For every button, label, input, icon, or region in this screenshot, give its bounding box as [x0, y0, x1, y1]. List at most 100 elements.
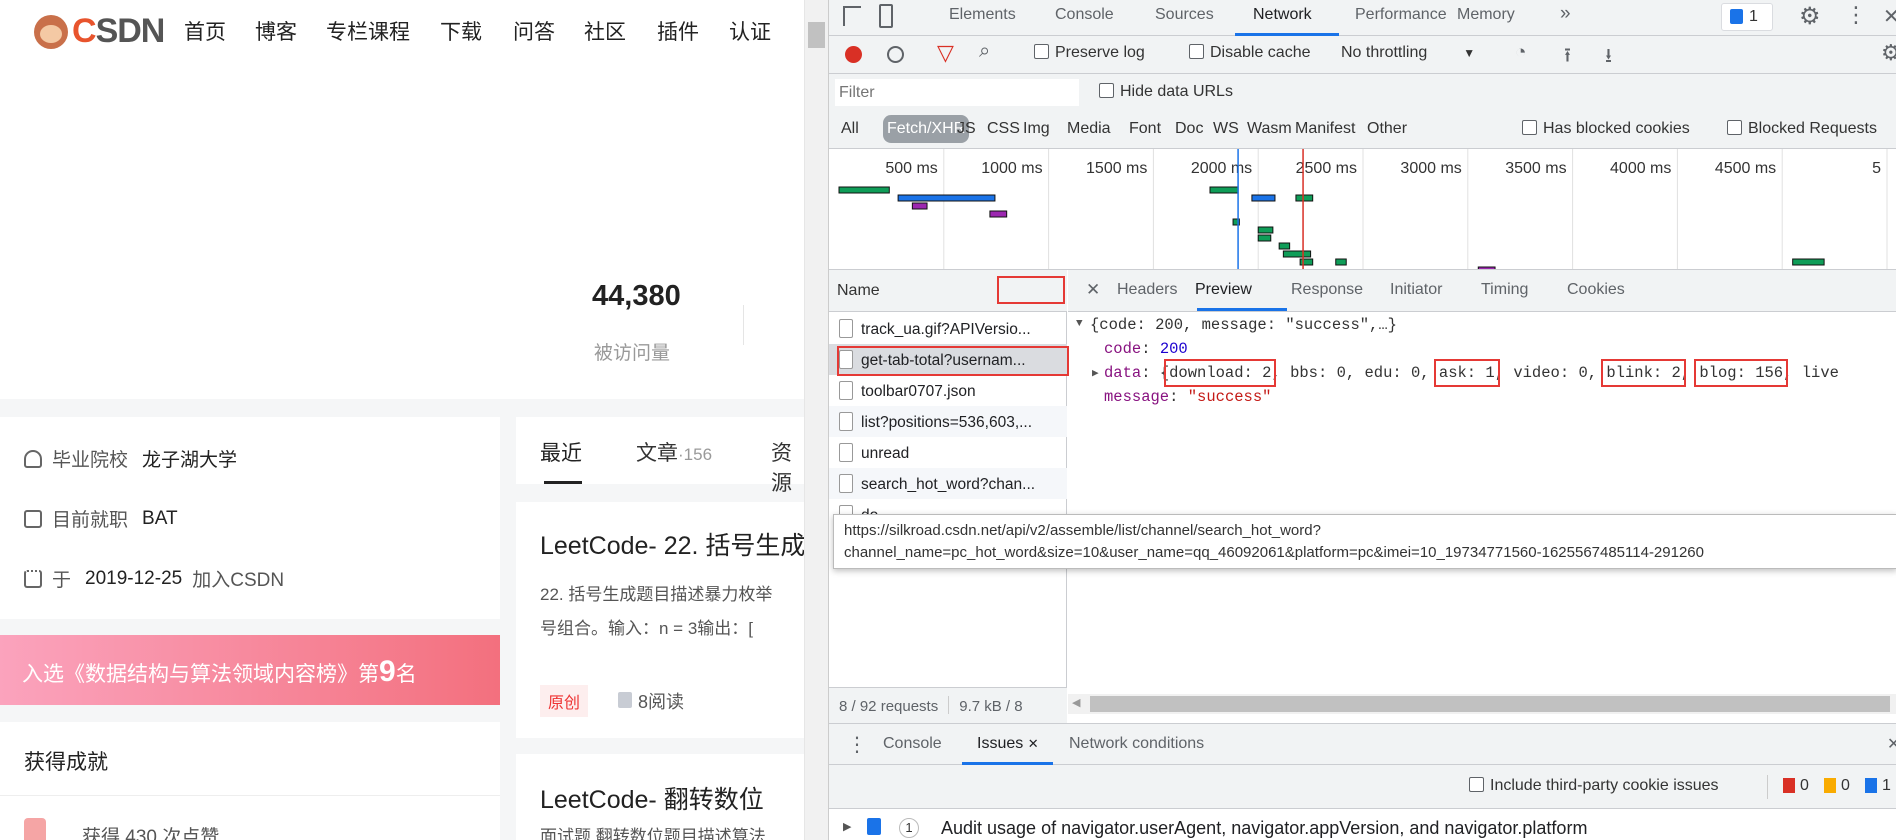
- tab-elements[interactable]: Elements: [949, 6, 1016, 24]
- filter-input[interactable]: [835, 79, 1079, 106]
- type-filter-css[interactable]: CSS: [987, 120, 1020, 138]
- drawer-tab-label: Issues: [977, 735, 1024, 752]
- drawer-tab-console[interactable]: Console: [883, 735, 942, 753]
- third-party-cookie-checkbox[interactable]: Include third-party cookie issues: [1469, 777, 1719, 795]
- request-row[interactable]: track_ua.gif?APIVersio...: [829, 313, 1067, 344]
- tab-articles[interactable]: 文章·156: [636, 437, 712, 467]
- network-conditions-wifi-icon[interactable]: ◔: [1515, 42, 1526, 64]
- nav-qa[interactable]: 问答: [513, 16, 555, 46]
- issue-title[interactable]: Audit usage of navigator.userAgent, navi…: [941, 818, 1587, 839]
- nav-plugins[interactable]: 插件: [657, 16, 699, 46]
- more-tabs-button[interactable]: »: [1560, 3, 1571, 25]
- expand-arrow-icon[interactable]: ▶: [1092, 366, 1099, 380]
- detail-tab-headers[interactable]: Headers: [1117, 281, 1177, 299]
- type-filter-doc[interactable]: Doc: [1175, 120, 1203, 138]
- article-card[interactable]: LeetCode- 翻转数位 面试题 翻转数位题目描述算法: [516, 754, 804, 840]
- ranking-banner[interactable]: 入选《数据结构与算法领域内容榜》第9名: [0, 635, 500, 705]
- type-filter-all[interactable]: All: [841, 120, 859, 138]
- detail-tab-cookies[interactable]: Cookies: [1567, 281, 1625, 299]
- network-settings-gear-icon[interactable]: ⚙: [1881, 40, 1896, 66]
- kebab-menu-icon[interactable]: ⋮: [1845, 2, 1867, 28]
- tab-console[interactable]: Console: [1055, 6, 1114, 24]
- horizontal-scrollbar[interactable]: ◀: [1068, 694, 1896, 714]
- checkbox[interactable]: [1469, 777, 1484, 792]
- inspect-element-icon[interactable]: [843, 6, 861, 26]
- type-filter-manifest[interactable]: Manifest: [1295, 120, 1355, 138]
- request-row[interactable]: toolbar0707.json: [829, 375, 1067, 406]
- type-filter-img[interactable]: Img: [1023, 120, 1050, 138]
- has-blocked-cookies-checkbox[interactable]: Has blocked cookies: [1522, 120, 1690, 138]
- type-filter-font[interactable]: Font: [1129, 120, 1161, 138]
- tab-network[interactable]: Network: [1253, 6, 1312, 24]
- preview-data-line[interactable]: data: {download: 2, bbs: 0, edu: 0, ask:…: [1104, 359, 1839, 387]
- request-row[interactable]: search_hot_word?chan...: [829, 468, 1067, 499]
- issues-badge-button[interactable]: 1: [1721, 3, 1773, 31]
- clear-icon[interactable]: [887, 46, 904, 63]
- tab-memory[interactable]: Memory: [1457, 6, 1515, 24]
- type-filter-wasm[interactable]: Wasm: [1247, 120, 1292, 138]
- scroll-left-icon[interactable]: ◀: [1072, 696, 1080, 709]
- drawer-menu-icon[interactable]: ⋮: [847, 732, 867, 757]
- article-title[interactable]: LeetCode- 翻转数位: [540, 780, 764, 816]
- type-filter-media[interactable]: Media: [1067, 120, 1111, 138]
- tab-performance[interactable]: Performance: [1355, 6, 1447, 24]
- nav-home[interactable]: 首页: [184, 16, 226, 46]
- hide-data-urls-checkbox[interactable]: Hide data URLs: [1099, 83, 1233, 101]
- nav-certification[interactable]: 认证: [729, 16, 771, 46]
- type-filter-js[interactable]: JS: [957, 120, 976, 138]
- article-card[interactable]: LeetCode- 22. 括号生成 22. 括号生成题目描述暴力枚举 号组合。…: [516, 502, 804, 738]
- search-icon[interactable]: ⌕: [979, 40, 990, 63]
- close-drawer-icon[interactable]: ✕: [1887, 734, 1896, 754]
- article-title[interactable]: LeetCode- 22. 括号生成: [540, 526, 804, 562]
- tab-recent[interactable]: 最近: [540, 437, 582, 467]
- checkbox[interactable]: [1189, 44, 1204, 59]
- collapse-arrow-icon[interactable]: ▼: [1076, 318, 1083, 330]
- tab-resources[interactable]: 资源: [771, 437, 804, 497]
- import-har-upload-icon[interactable]: ⭱: [1564, 41, 1571, 75]
- achievements-card: 获得成就 获得 430 次点赞: [0, 722, 500, 840]
- request-row[interactable]: get-tab-total?usernam...: [829, 344, 1067, 375]
- issue-row[interactable]: ▶ 1 Audit usage of navigator.userAgent, …: [829, 810, 1896, 840]
- export-har-download-icon[interactable]: ⭳: [1605, 41, 1612, 75]
- preview-summary[interactable]: {code: 200, message: "success",…}: [1090, 316, 1397, 334]
- nav-download[interactable]: 下载: [440, 16, 482, 46]
- tab-sources[interactable]: Sources: [1155, 6, 1214, 24]
- checkbox[interactable]: [1727, 120, 1742, 135]
- close-devtools-icon[interactable]: ✕: [1883, 4, 1896, 29]
- settings-gear-icon[interactable]: ⚙: [1799, 2, 1821, 31]
- page-scrollbar[interactable]: [804, 0, 828, 840]
- drawer-tab-issues[interactable]: Issues ✕: [977, 735, 1039, 753]
- filter-icon[interactable]: ▽: [937, 40, 954, 66]
- name-column-header[interactable]: Name: [829, 270, 1067, 312]
- divider: [0, 795, 500, 796]
- request-row[interactable]: unread: [829, 437, 1067, 468]
- blocked-requests-checkbox[interactable]: Blocked Requests: [1727, 120, 1877, 138]
- device-toolbar-icon[interactable]: [879, 4, 893, 28]
- nav-blog[interactable]: 博客: [255, 16, 297, 46]
- throttling-select[interactable]: No throttling ▼: [1341, 44, 1475, 62]
- checkbox[interactable]: [1099, 83, 1114, 98]
- disable-cache-checkbox[interactable]: Disable cache: [1189, 44, 1311, 62]
- request-row[interactable]: list?positions=536,603,...: [829, 406, 1067, 437]
- close-tab-icon[interactable]: ✕: [1028, 736, 1039, 751]
- checkbox[interactable]: [1034, 44, 1049, 59]
- detail-tab-initiator[interactable]: Initiator: [1390, 281, 1442, 299]
- record-icon[interactable]: [845, 46, 862, 63]
- drawer-tab-network-conditions[interactable]: Network conditions: [1069, 735, 1204, 753]
- expand-arrow-icon[interactable]: ▶: [843, 820, 851, 833]
- scrollbar-thumb[interactable]: [1090, 696, 1890, 712]
- checkbox[interactable]: [1522, 120, 1537, 135]
- scrollbar-thumb[interactable]: [808, 22, 825, 48]
- nav-community[interactable]: 社区: [584, 16, 626, 46]
- close-detail-icon[interactable]: ✕: [1086, 280, 1100, 300]
- banner-text: 入选《数据结构与算法领域内容榜》第: [22, 663, 379, 686]
- detail-tab-response[interactable]: Response: [1291, 281, 1363, 299]
- network-overview-timeline[interactable]: 500 ms 1000 ms 1500 ms 2000 ms 2500 ms 3000 m…: [829, 149, 1896, 269]
- csdn-logo[interactable]: CSDN: [34, 12, 165, 51]
- preserve-log-checkbox[interactable]: Preserve log: [1034, 44, 1145, 62]
- detail-tab-timing[interactable]: Timing: [1481, 281, 1528, 299]
- type-filter-other[interactable]: Other: [1367, 120, 1407, 138]
- detail-tab-preview[interactable]: Preview: [1195, 281, 1252, 299]
- nav-courses[interactable]: 专栏课程: [326, 16, 410, 46]
- type-filter-ws[interactable]: WS: [1213, 120, 1239, 138]
